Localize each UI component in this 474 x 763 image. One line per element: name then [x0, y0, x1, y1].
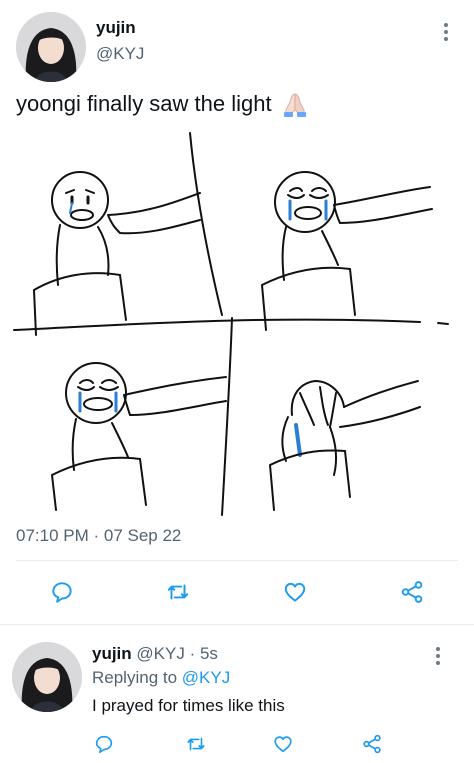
- reply-icon: [95, 735, 113, 754]
- avatar-image: [16, 12, 86, 82]
- reply-time: · 5s: [189, 644, 218, 663]
- reply-author-handle[interactable]: @KYJ: [136, 644, 184, 663]
- dot-icon: [436, 647, 440, 651]
- tweet-text: yoongi finally saw the light: [16, 91, 272, 116]
- panel-divider-vertical-top: [189, 132, 223, 316]
- panel-3: [51, 362, 227, 511]
- like-icon: [274, 736, 292, 753]
- more-options-button[interactable]: [436, 18, 456, 46]
- dot-icon: [444, 23, 448, 27]
- reply-more-options-button[interactable]: [428, 642, 448, 670]
- retweet-button[interactable]: [162, 576, 194, 608]
- retweet-icon: [167, 584, 189, 600]
- author-handle[interactable]: @KYJ: [96, 44, 144, 64]
- reply-like-button[interactable]: [269, 730, 297, 758]
- share-icon: [363, 734, 381, 754]
- share-button[interactable]: [396, 576, 428, 608]
- reply-reply-button[interactable]: [90, 730, 118, 758]
- reply-header: yujin @KYJ · 5s: [92, 644, 218, 664]
- share-icon: [401, 581, 423, 603]
- retweet-icon: [187, 737, 205, 751]
- dot-icon: [444, 30, 448, 34]
- panel-1: [33, 171, 201, 336]
- like-button[interactable]: [279, 576, 311, 608]
- divider: [0, 624, 474, 625]
- reply-author-name[interactable]: yujin: [92, 644, 132, 663]
- tweet-text-row: yoongi finally saw the light: [16, 90, 310, 118]
- like-icon: [284, 582, 306, 602]
- reply-icon: [52, 582, 72, 603]
- reply-text: I prayed for times like this: [92, 696, 285, 715]
- dot-icon: [436, 661, 440, 665]
- panel-2: [261, 171, 433, 331]
- author-avatar[interactable]: [16, 12, 86, 82]
- reply-retweet-button[interactable]: [182, 730, 210, 758]
- replying-to-handle[interactable]: @KYJ: [182, 668, 230, 687]
- dot-icon: [436, 654, 440, 658]
- avatar-image: [12, 642, 82, 712]
- folded-hands-icon: [280, 90, 310, 118]
- comic-image[interactable]: [0, 125, 474, 520]
- reply-button[interactable]: [46, 576, 78, 608]
- divider: [16, 560, 458, 561]
- reply-share-button[interactable]: [358, 730, 386, 758]
- panel-4: [269, 380, 421, 511]
- replying-to-label: Replying to: [92, 668, 178, 687]
- panel-divider-horizontal: [13, 318, 421, 331]
- dot-icon: [444, 37, 448, 41]
- panel-divider-vertical-bottom: [221, 317, 233, 516]
- reply-author-avatar[interactable]: [12, 642, 82, 712]
- author-name[interactable]: yujin: [96, 18, 136, 38]
- tweet-timestamp[interactable]: 07:10 PM · 07 Sep 22: [16, 526, 181, 546]
- replying-to: Replying to @KYJ: [92, 668, 230, 688]
